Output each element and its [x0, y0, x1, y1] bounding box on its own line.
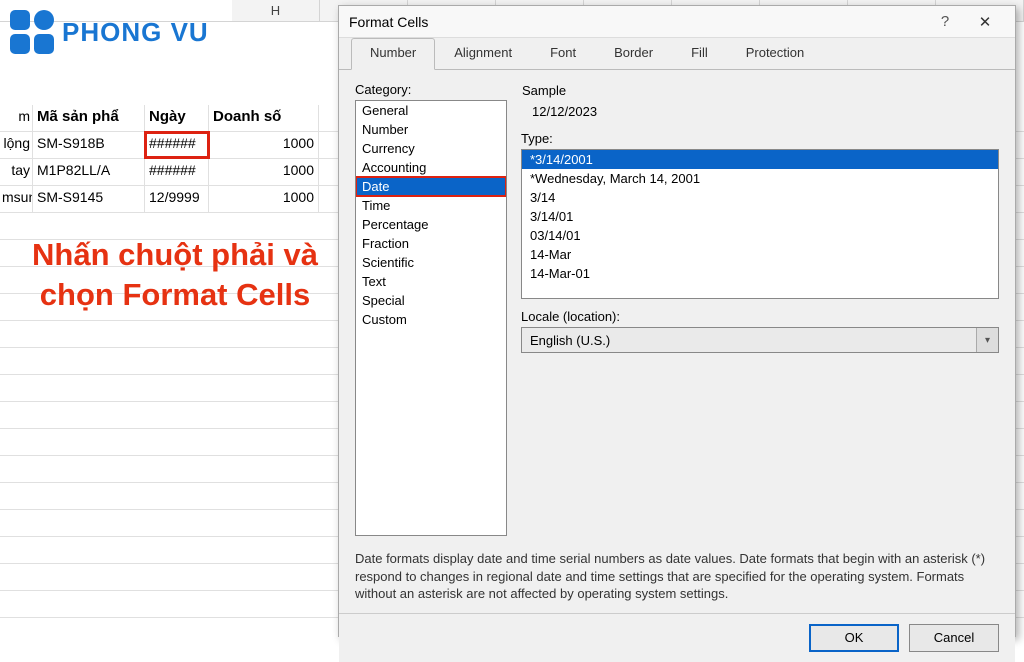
category-time[interactable]: Time [356, 196, 506, 215]
locale-label: Locale (location): [521, 309, 999, 324]
dialog-titlebar[interactable]: Format Cells ? ✕ [339, 6, 1015, 38]
type-item[interactable]: 14-Mar-01 [522, 264, 998, 283]
category-custom[interactable]: Custom [356, 310, 506, 329]
tab-alignment[interactable]: Alignment [435, 38, 531, 70]
tab-number[interactable]: Number [351, 38, 435, 70]
brand-logo: PHONG VU [10, 10, 209, 54]
category-list[interactable]: General Number Currency Accounting Date … [355, 100, 507, 536]
logo-text: PHONG VU [62, 17, 209, 48]
tab-strip: Number Alignment Font Border Fill Protec… [339, 38, 1015, 70]
cell-date-overflow[interactable]: ###### [145, 132, 209, 158]
tab-font[interactable]: Font [531, 38, 595, 70]
col-header-H[interactable]: H [232, 0, 320, 21]
locale-value: English (U.S.) [522, 333, 976, 348]
tab-protection[interactable]: Protection [727, 38, 824, 70]
category-special[interactable]: Special [356, 291, 506, 310]
category-date[interactable]: Date [356, 177, 506, 196]
format-description: Date formats display date and time seria… [339, 548, 1015, 613]
type-label: Type: [521, 131, 999, 146]
category-accounting[interactable]: Accounting [356, 158, 506, 177]
tab-fill[interactable]: Fill [672, 38, 727, 70]
ok-button[interactable]: OK [809, 624, 899, 652]
cancel-button[interactable]: Cancel [909, 624, 999, 652]
category-percentage[interactable]: Percentage [356, 215, 506, 234]
header-partial: m [0, 105, 33, 131]
category-label: Category: [355, 82, 507, 97]
category-number[interactable]: Number [356, 120, 506, 139]
type-list[interactable]: *3/14/2001 *Wednesday, March 14, 2001 3/… [521, 149, 999, 299]
locale-combo[interactable]: English (U.S.) ▾ [521, 327, 999, 353]
header-product: Mã sản phẩ [33, 105, 145, 131]
instruction-text: Nhấn chuột phải và chọn Format Cells [20, 235, 330, 316]
category-text[interactable]: Text [356, 272, 506, 291]
header-date: Ngày [145, 105, 209, 131]
type-item[interactable]: *3/14/2001 [522, 150, 998, 169]
sample-label: Sample [522, 83, 998, 98]
category-general[interactable]: General [356, 101, 506, 120]
header-revenue: Doanh số [209, 105, 319, 131]
type-item[interactable]: 3/14/01 [522, 207, 998, 226]
close-button[interactable]: ✕ [965, 13, 1005, 31]
category-scientific[interactable]: Scientific [356, 253, 506, 272]
logo-icon [10, 10, 54, 54]
tab-border[interactable]: Border [595, 38, 672, 70]
format-cells-dialog: Format Cells ? ✕ Number Alignment Font B… [338, 5, 1016, 637]
type-item[interactable]: 03/14/01 [522, 226, 998, 245]
chevron-down-icon[interactable]: ▾ [976, 328, 998, 352]
dialog-title-text: Format Cells [349, 14, 925, 30]
category-fraction[interactable]: Fraction [356, 234, 506, 253]
type-item[interactable]: 3/14 [522, 188, 998, 207]
help-button[interactable]: ? [925, 13, 965, 30]
type-item[interactable]: 14-Mar [522, 245, 998, 264]
sample-value: 12/12/2023 [522, 101, 998, 122]
category-currency[interactable]: Currency [356, 139, 506, 158]
type-item[interactable]: *Wednesday, March 14, 2001 [522, 169, 998, 188]
